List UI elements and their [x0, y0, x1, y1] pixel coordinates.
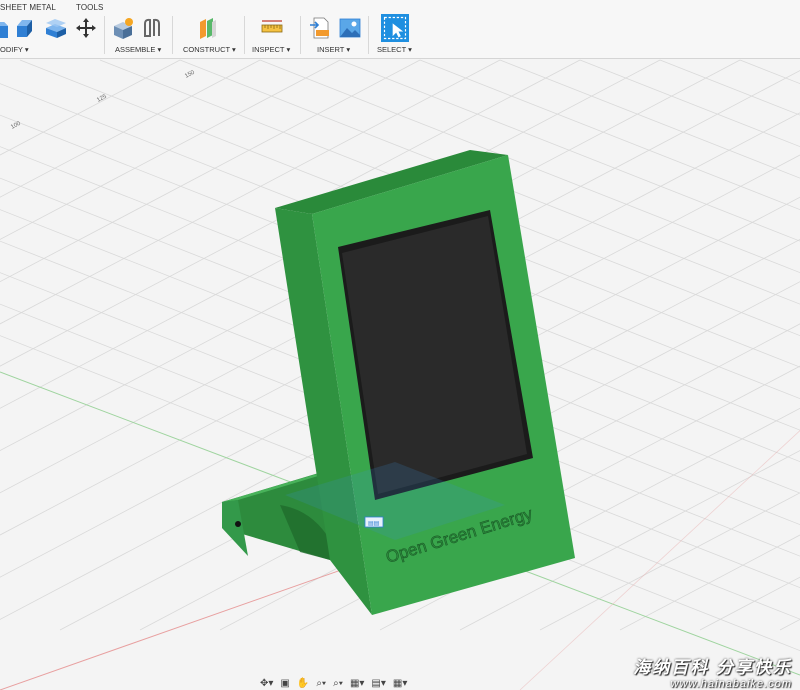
- select-group[interactable]: SELECT ▾: [372, 14, 420, 58]
- construct-group[interactable]: CONSTRUCT ▾: [176, 14, 240, 58]
- grid-label: 150: [184, 69, 196, 79]
- modify-group-label[interactable]: ODIFY ▾: [0, 45, 29, 54]
- grid-label: 100: [10, 120, 22, 130]
- move-icon[interactable]: [74, 16, 98, 40]
- viewports-icon[interactable]: ▦▾: [391, 678, 409, 689]
- new-component-icon[interactable]: [111, 16, 135, 40]
- select-group-label[interactable]: SELECT ▾: [377, 45, 412, 54]
- shell-icon[interactable]: [44, 16, 68, 40]
- push-pull-icon[interactable]: [14, 16, 38, 40]
- select-icon[interactable]: [381, 14, 409, 42]
- grid-settings-icon[interactable]: ▤▾: [369, 678, 387, 689]
- construct-group-label[interactable]: CONSTRUCT ▾: [183, 45, 236, 54]
- watermark-url: www.hainabaike.com: [670, 678, 792, 690]
- watermark-chinese: 海纳百科 分享快乐: [633, 658, 792, 677]
- svg-text:▤▤: ▤▤: [368, 521, 380, 527]
- assemble-group[interactable]: ASSEMBLE ▾: [108, 14, 168, 58]
- joint-icon[interactable]: [140, 16, 164, 40]
- separator: [300, 16, 301, 54]
- insert-svg-icon[interactable]: [308, 16, 332, 40]
- port-hole: [235, 521, 241, 527]
- fit-icon[interactable]: ⌕▾: [331, 678, 345, 689]
- orbit-icon[interactable]: ✥▾: [258, 678, 275, 689]
- tab-sheet-metal[interactable]: SHEET METAL: [0, 3, 56, 12]
- zoom-icon[interactable]: ⌕▾: [314, 678, 328, 689]
- navigation-bar: ✥▾ ▣ ✋ ⌕▾ ⌕▾ ▦▾ ▤▾ ▦▾: [258, 676, 409, 690]
- measure-icon[interactable]: [260, 16, 284, 40]
- watermark: 海纳百科 分享快乐 www.hainabaike.com: [633, 653, 792, 690]
- canvas-viewport[interactable]: 150 125 100 ▤▤ Open Green Energy: [0, 59, 800, 690]
- pan-icon[interactable]: ✋: [295, 678, 311, 689]
- inspect-group[interactable]: INSPECT ▾: [248, 14, 298, 58]
- insert-image-icon[interactable]: [338, 16, 362, 40]
- separator: [368, 16, 369, 54]
- ribbon-toolbar: SHEET METAL TOOLS ODIFY ▾ ASSEMBLE ▾ CON…: [0, 0, 800, 59]
- modify-group[interactable]: ODIFY ▾: [0, 14, 104, 58]
- tab-tools[interactable]: TOOLS: [76, 3, 103, 12]
- offset-plane-icon[interactable]: [196, 16, 220, 40]
- modify-icon[interactable]: [0, 16, 12, 40]
- separator: [104, 16, 105, 54]
- display-stand-model[interactable]: ▤▤ Open Green Energy: [222, 150, 575, 615]
- assemble-group-label[interactable]: ASSEMBLE ▾: [115, 45, 161, 54]
- insert-group[interactable]: INSERT ▾: [304, 14, 366, 58]
- display-settings-icon[interactable]: ▦▾: [348, 678, 366, 689]
- separator: [244, 16, 245, 54]
- look-at-icon[interactable]: ▣: [278, 678, 291, 689]
- insert-group-label[interactable]: INSERT ▾: [317, 45, 350, 54]
- separator: [172, 16, 173, 54]
- grid-label: 125: [96, 93, 108, 103]
- inspect-group-label[interactable]: INSPECT ▾: [252, 45, 290, 54]
